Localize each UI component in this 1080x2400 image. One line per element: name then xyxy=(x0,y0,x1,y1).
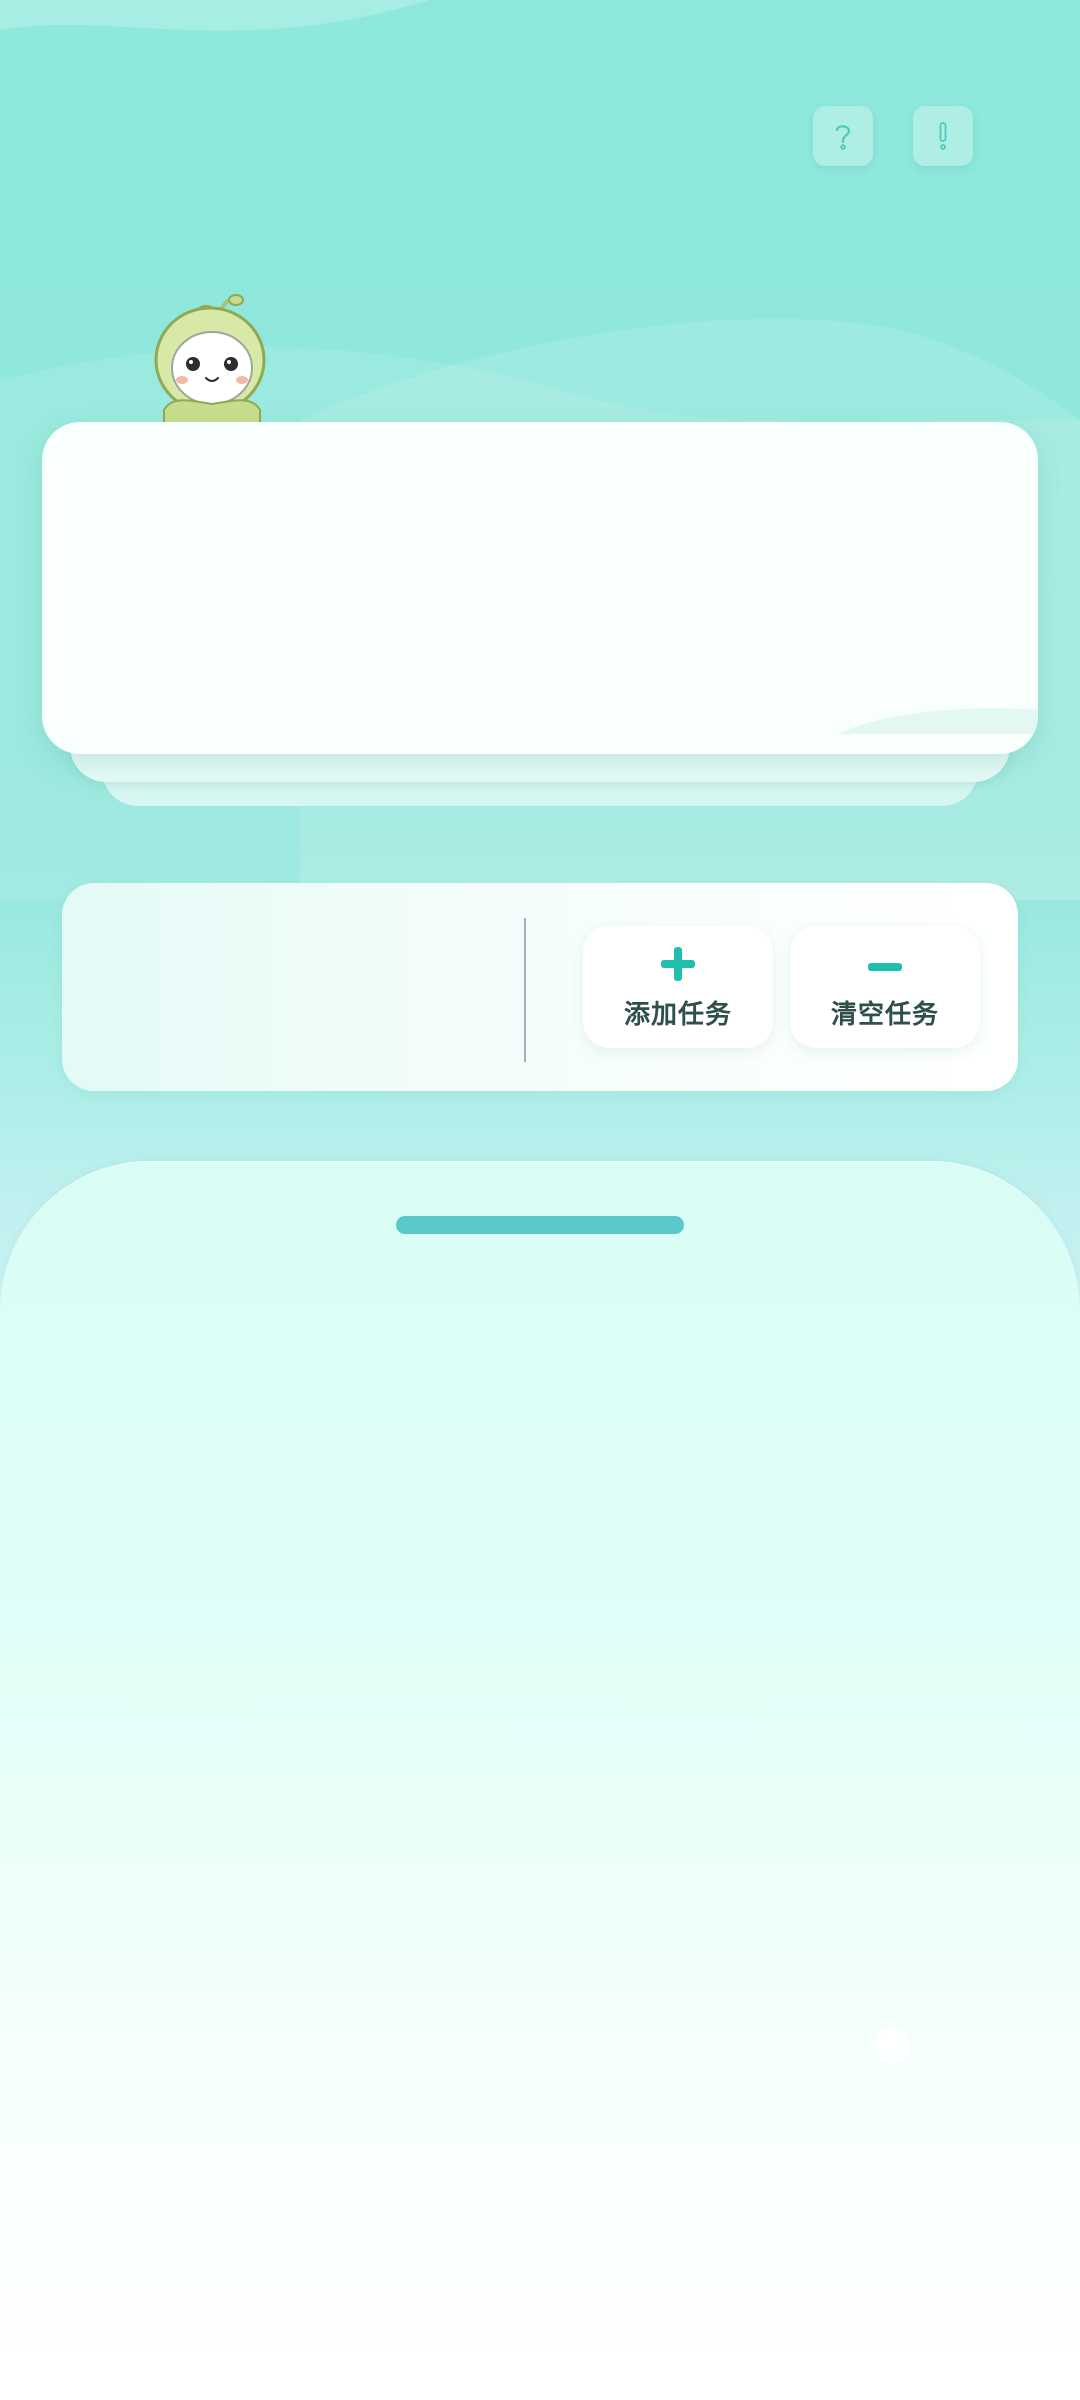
add-task-label: 添加任务 xyxy=(623,999,732,1030)
sprout-mascot-icon xyxy=(154,294,266,432)
exclamation-icon xyxy=(939,122,947,150)
info-button[interactable] xyxy=(913,106,973,166)
sheet-drag-handle[interactable] xyxy=(396,1216,684,1234)
task-list-sheet xyxy=(0,1162,1080,2400)
add-task-button[interactable]: 添加任务 xyxy=(583,926,773,1048)
help-button[interactable] xyxy=(813,106,873,166)
clear-tasks-button[interactable]: 清空任务 xyxy=(790,926,980,1048)
minus-icon xyxy=(868,962,902,971)
question-mark-icon xyxy=(835,125,851,150)
clear-tasks-label: 清空任务 xyxy=(830,999,939,1030)
task-card xyxy=(42,422,1038,754)
action-divider xyxy=(524,918,526,1062)
sheet-highlight-dot xyxy=(874,2028,910,2064)
card-wave-decoration xyxy=(838,708,1038,734)
plus-icon xyxy=(661,946,695,981)
action-bar: 添加任务 清空任务 xyxy=(62,883,1018,1091)
